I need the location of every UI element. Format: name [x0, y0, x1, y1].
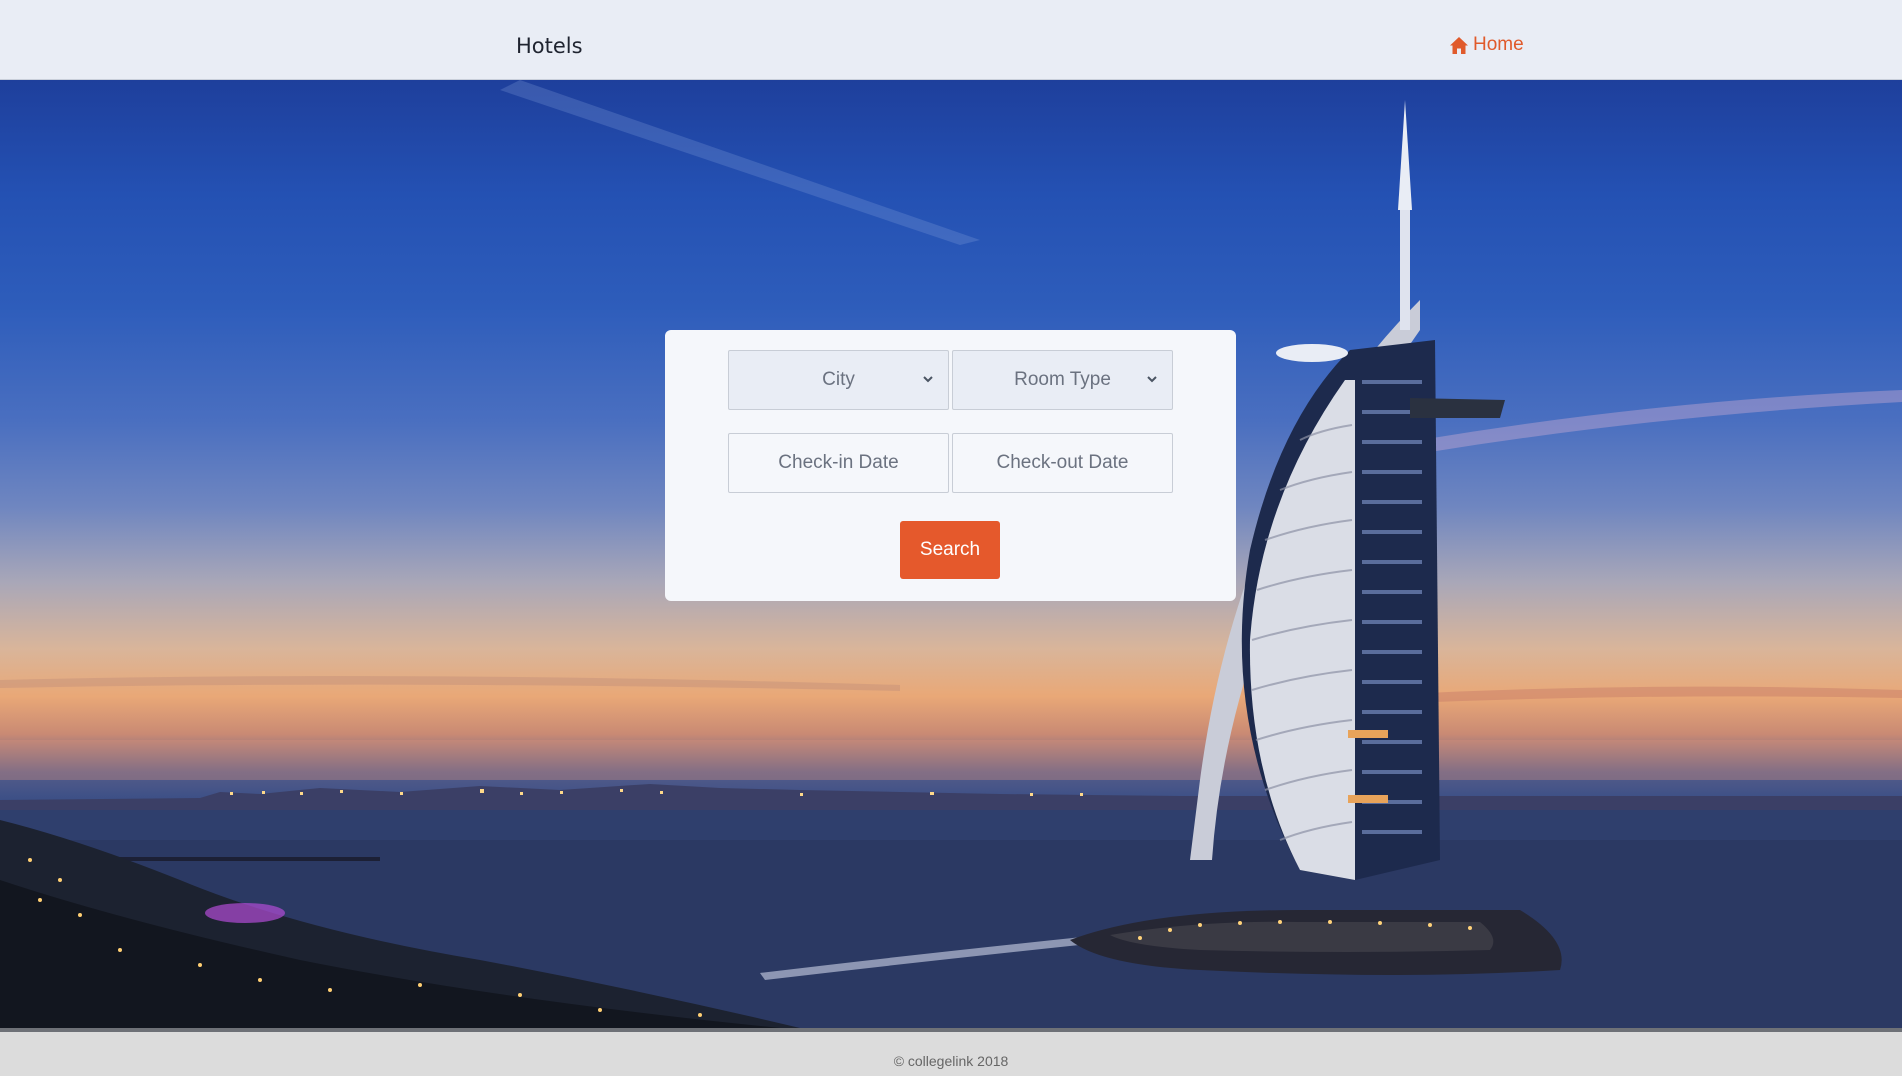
brand-title[interactable]: Hotels — [516, 34, 583, 58]
checkin-date-placeholder: Check-in Date — [778, 452, 899, 473]
room-type-select[interactable]: Room Type — [952, 350, 1173, 410]
city-select-value: City — [822, 369, 855, 390]
footer: © collegelink 2018 — [0, 1028, 1902, 1076]
home-icon — [1450, 36, 1468, 54]
checkout-date-input[interactable]: Check-out Date — [952, 433, 1173, 493]
hero-background-image: City Room Type Check-in Date Check-out D… — [0, 80, 1902, 1028]
search-button[interactable]: Search — [900, 521, 1000, 579]
room-type-select-value: Room Type — [1014, 369, 1111, 390]
copyright-text: © collegelink 2018 — [893, 1053, 1009, 1069]
chevron-down-icon — [1147, 376, 1157, 383]
checkout-date-placeholder: Check-out Date — [996, 452, 1129, 473]
city-select[interactable]: City — [728, 350, 949, 410]
home-link[interactable]: Home — [1449, 34, 1524, 56]
home-link-label: Home — [1473, 34, 1524, 55]
chevron-down-icon — [923, 376, 933, 383]
checkin-date-input[interactable]: Check-in Date — [728, 433, 949, 493]
top-navbar: Hotels Home — [0, 0, 1902, 80]
search-card: City Room Type Check-in Date Check-out D… — [665, 330, 1236, 601]
